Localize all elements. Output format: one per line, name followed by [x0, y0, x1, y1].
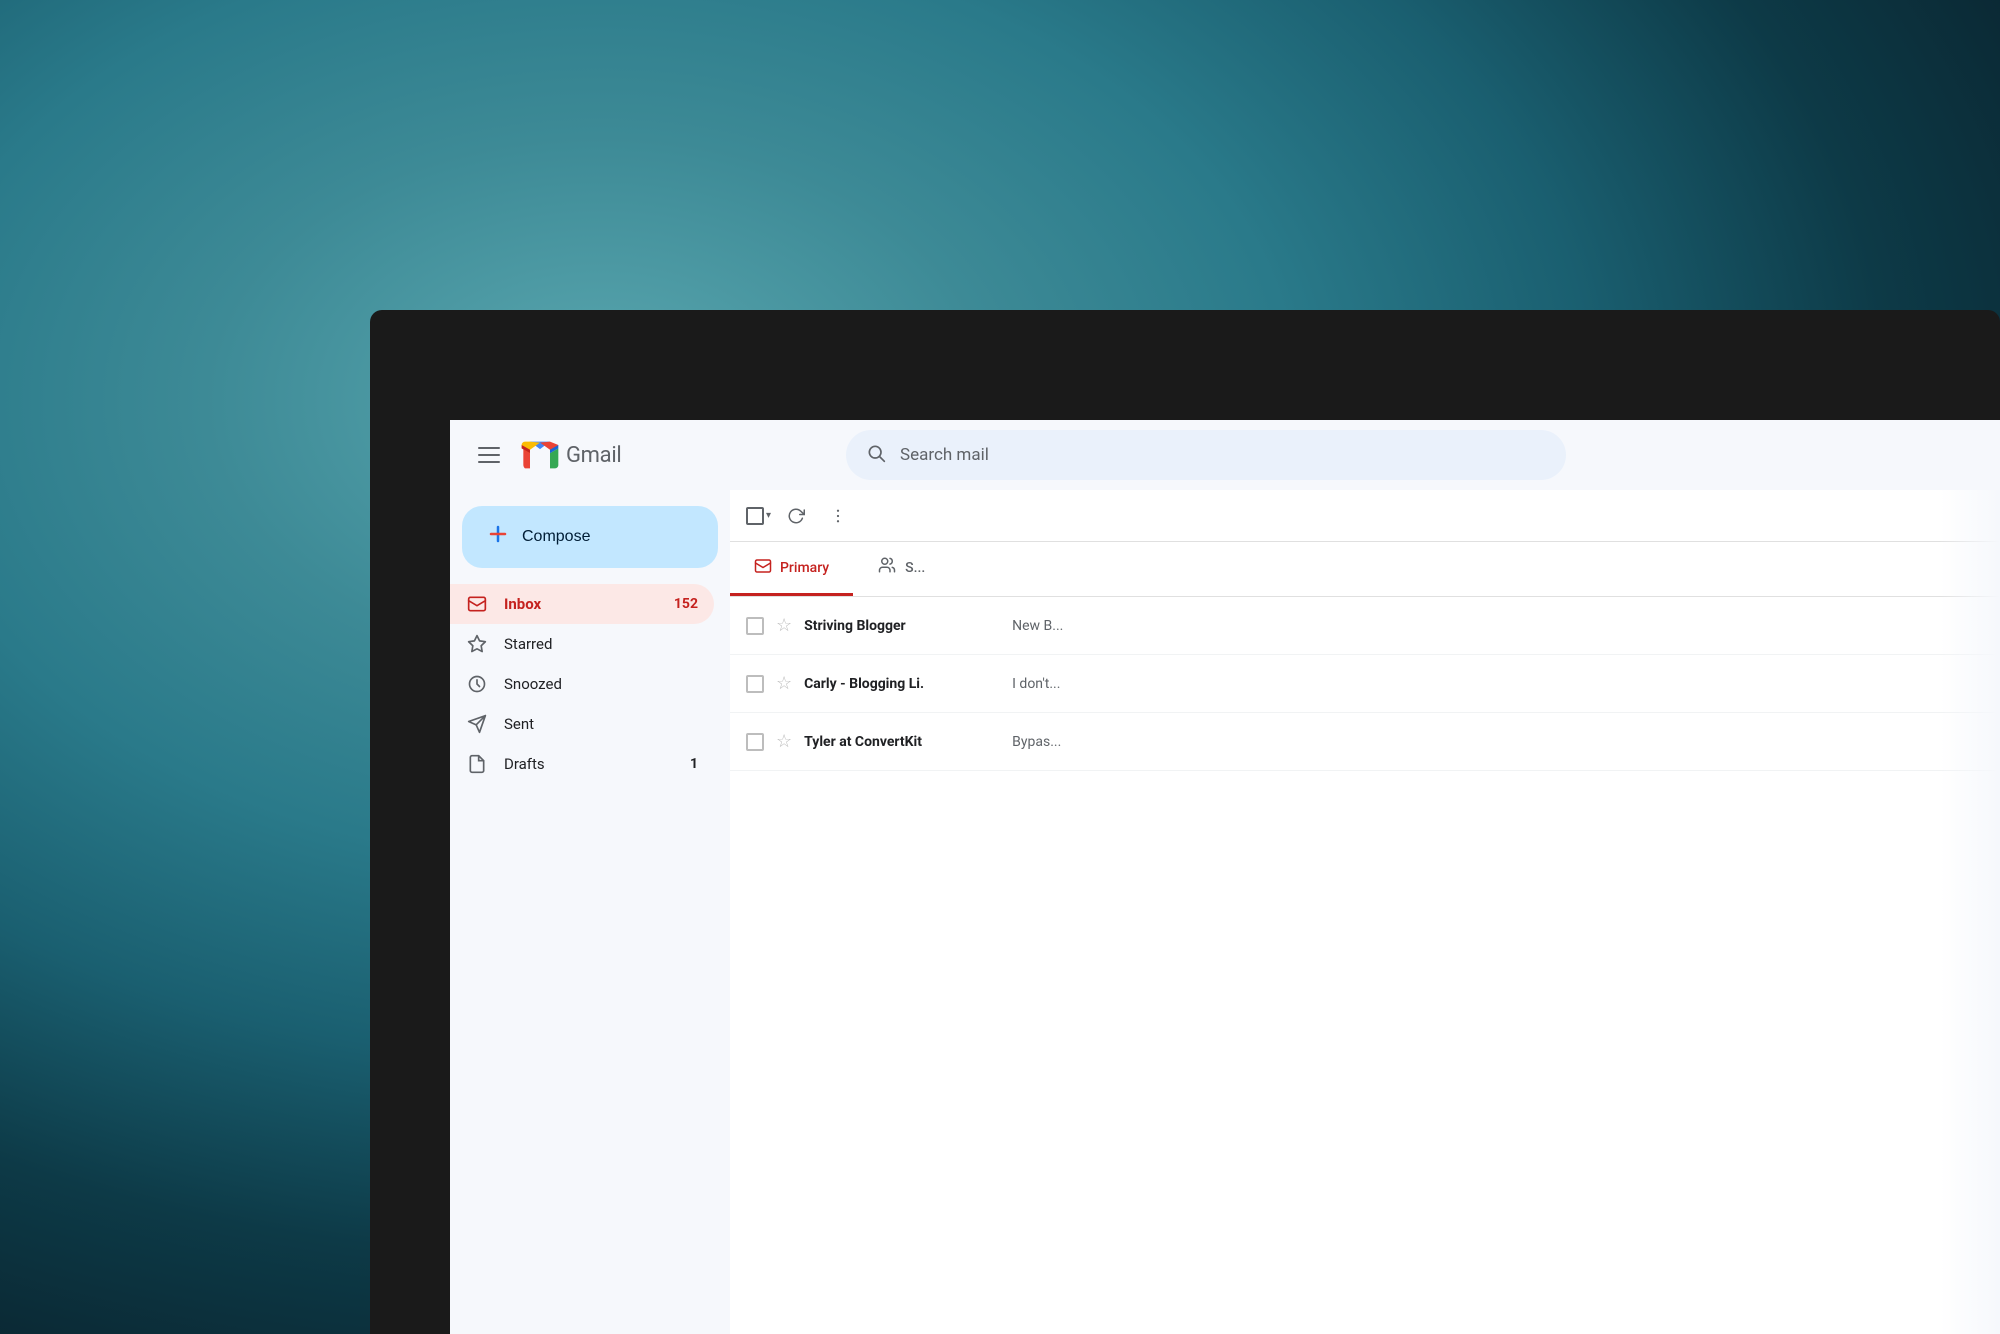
- email-sender: Carly - Blogging Li.: [804, 676, 1004, 692]
- header-left: Gmail: [470, 435, 830, 475]
- tab-primary[interactable]: Primary: [730, 543, 853, 596]
- main-content: Compose Inbox 152: [450, 490, 2000, 1334]
- star-button[interactable]: ☆: [776, 673, 792, 694]
- sent-label: Sent: [504, 715, 698, 733]
- sidebar-item-sent[interactable]: Sent: [450, 704, 714, 744]
- email-toolbar: ▾: [730, 490, 2000, 542]
- primary-tab-label: Primary: [780, 560, 829, 576]
- select-all-dropdown[interactable]: ▾: [746, 507, 771, 525]
- gmail-logo: Gmail: [520, 435, 621, 475]
- drafts-label: Drafts: [504, 755, 674, 773]
- sidebar-item-drafts[interactable]: Drafts 1: [450, 744, 714, 784]
- gmail-m-icon: [520, 435, 560, 475]
- more-options-button[interactable]: [821, 499, 855, 533]
- tab-social[interactable]: S...: [853, 542, 949, 596]
- email-sender: Tyler at ConvertKit: [804, 734, 1004, 750]
- email-checkbox[interactable]: [746, 733, 764, 751]
- inbox-count: 152: [674, 596, 698, 612]
- email-row[interactable]: ☆ Striving Blogger New B...: [730, 597, 2000, 655]
- starred-label: Starred: [504, 635, 698, 653]
- email-checkbox[interactable]: [746, 617, 764, 635]
- email-preview: New B...: [1012, 618, 1984, 634]
- snoozed-icon: [466, 673, 488, 695]
- search-bar[interactable]: Search mail: [846, 430, 1566, 480]
- email-row[interactable]: ☆ Carly - Blogging Li. I don't...: [730, 655, 2000, 713]
- snoozed-label: Snoozed: [504, 675, 698, 693]
- hamburger-menu-button[interactable]: [470, 439, 508, 471]
- email-area: ▾: [730, 490, 2000, 1334]
- search-placeholder: Search mail: [900, 445, 989, 465]
- inbox-label: Inbox: [504, 595, 658, 613]
- drafts-icon: [466, 753, 488, 775]
- star-button[interactable]: ☆: [776, 615, 792, 636]
- social-tab-icon: [877, 556, 897, 579]
- sidebar: Compose Inbox 152: [450, 490, 730, 1334]
- sent-icon: [466, 713, 488, 735]
- drafts-count: 1: [690, 756, 698, 772]
- star-icon: [466, 633, 488, 655]
- compose-button[interactable]: Compose: [462, 506, 718, 568]
- sidebar-item-snoozed[interactable]: Snoozed: [450, 664, 714, 704]
- email-checkbox[interactable]: [746, 675, 764, 693]
- refresh-button[interactable]: [779, 499, 813, 533]
- email-preview: I don't...: [1012, 676, 1984, 692]
- compose-label: Compose: [522, 528, 590, 546]
- app-title: Gmail: [566, 443, 621, 468]
- category-tabs: Primary S...: [730, 542, 2000, 597]
- search-icon: [866, 443, 886, 468]
- star-button[interactable]: ☆: [776, 731, 792, 752]
- social-tab-label: S...: [905, 560, 925, 576]
- email-sender: Striving Blogger: [804, 618, 1004, 634]
- compose-icon: [486, 522, 510, 552]
- email-list: ☆ Striving Blogger New B... ☆ Carly - Bl…: [730, 597, 2000, 1334]
- sidebar-item-inbox[interactable]: Inbox 152: [450, 584, 714, 624]
- gmail-screen: Gmail Search mail: [450, 420, 2000, 1334]
- inbox-icon: [466, 593, 488, 615]
- app-header: Gmail Search mail: [450, 420, 2000, 490]
- select-all-checkbox[interactable]: [746, 507, 764, 525]
- primary-tab-icon: [754, 557, 772, 579]
- dropdown-arrow-icon[interactable]: ▾: [766, 510, 771, 521]
- email-row[interactable]: ☆ Tyler at ConvertKit Bypas...: [730, 713, 2000, 771]
- sidebar-item-starred[interactable]: Starred: [450, 624, 714, 664]
- email-preview: Bypas...: [1012, 734, 1984, 750]
